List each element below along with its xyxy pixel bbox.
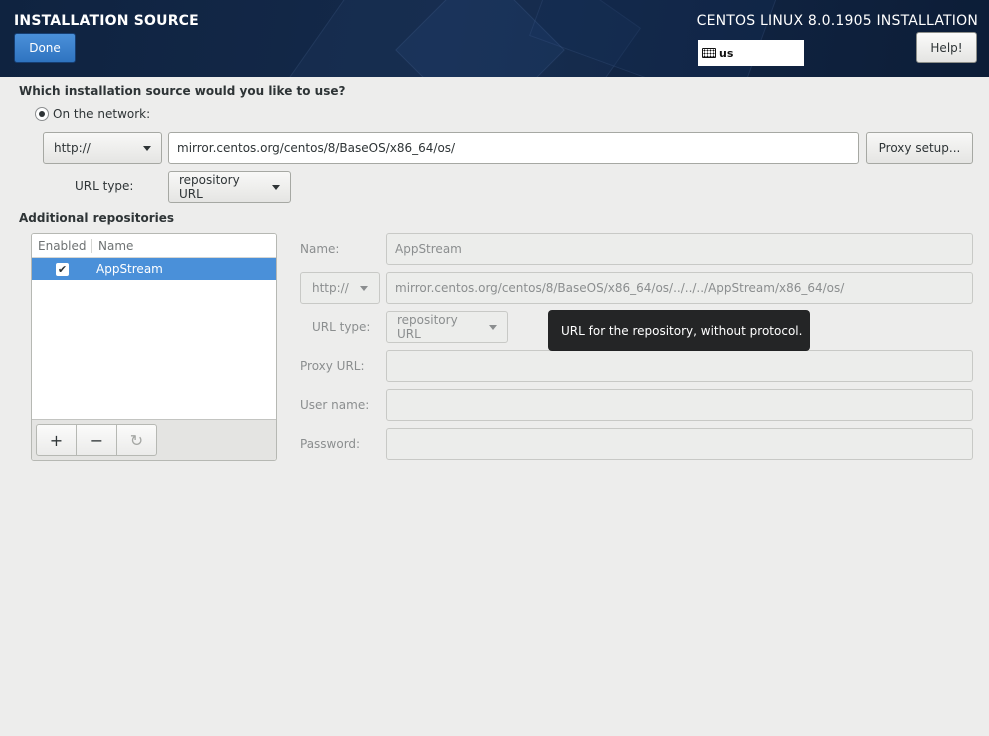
header-bar: INSTALLATION SOURCE Done CENTOS LINUX 8.… xyxy=(0,0,989,77)
repo-list-header: Enabled Name xyxy=(32,234,276,258)
keyboard-icon xyxy=(702,48,716,58)
user-name-input[interactable] xyxy=(386,389,973,421)
url-type-label: URL type: xyxy=(75,179,134,193)
network-radio-option[interactable]: On the network: xyxy=(35,107,150,121)
keyboard-layout-label: us xyxy=(719,46,734,60)
repo-url-type-value: repository URL xyxy=(397,313,458,341)
page-title: INSTALLATION SOURCE xyxy=(14,13,199,29)
product-title: CENTOS LINUX 8.0.1905 INSTALLATION xyxy=(696,13,978,29)
repo-list: Enabled Name ✔ AppStream + − ↻ xyxy=(31,233,277,461)
done-button[interactable]: Done xyxy=(14,33,76,63)
protocol-dropdown[interactable]: http:// xyxy=(43,132,162,164)
repo-enabled-checkbox[interactable]: ✔ xyxy=(56,262,69,276)
proxy-url-label: Proxy URL: xyxy=(300,359,365,373)
repo-url-type-dropdown[interactable]: repository URL xyxy=(386,311,508,343)
url-type-dropdown[interactable]: repository URL xyxy=(168,171,291,203)
password-input[interactable] xyxy=(386,428,973,460)
chevron-down-icon xyxy=(272,184,280,190)
repo-name-label: Name: xyxy=(300,242,340,256)
reset-repos-button[interactable]: ↻ xyxy=(116,424,157,456)
chevron-down-icon xyxy=(360,285,368,291)
add-repo-button[interactable]: + xyxy=(36,424,77,456)
repo-name-input[interactable]: AppStream xyxy=(386,233,973,265)
column-header-name[interactable]: Name xyxy=(92,239,133,253)
help-button[interactable]: Help! xyxy=(916,32,977,63)
url-type-value: repository URL xyxy=(179,173,240,201)
repo-url-input[interactable]: mirror.centos.org/centos/8/BaseOS/x86_64… xyxy=(386,272,973,304)
repo-row[interactable]: ✔ AppStream xyxy=(32,258,276,280)
remove-repo-button[interactable]: − xyxy=(76,424,117,456)
password-label: Password: xyxy=(300,437,361,451)
url-input[interactable]: mirror.centos.org/centos/8/BaseOS/x86_64… xyxy=(168,132,859,164)
chevron-down-icon xyxy=(143,145,151,151)
repo-protocol-dropdown[interactable]: http:// xyxy=(300,272,380,304)
network-radio-label: On the network: xyxy=(53,107,151,121)
repo-toolbar: + − ↻ xyxy=(32,419,276,460)
repo-protocol-value: http:// xyxy=(312,281,349,295)
user-name-label: User name: xyxy=(300,398,370,412)
chevron-down-icon xyxy=(489,324,497,330)
proxy-setup-button[interactable]: Proxy setup... xyxy=(866,132,973,164)
repo-url-type-label: URL type: xyxy=(312,320,371,334)
additional-repos-heading: Additional repositories xyxy=(19,211,175,225)
protocol-value: http:// xyxy=(54,141,91,155)
url-tooltip: URL for the repository, without protocol… xyxy=(548,310,810,351)
repo-name: AppStream xyxy=(96,262,163,276)
network-radio-button[interactable] xyxy=(35,107,49,121)
column-header-enabled[interactable]: Enabled xyxy=(32,238,92,253)
source-question: Which installation source would you like… xyxy=(19,84,346,98)
proxy-url-input[interactable] xyxy=(386,350,973,382)
keyboard-layout-indicator[interactable]: us xyxy=(698,40,804,66)
